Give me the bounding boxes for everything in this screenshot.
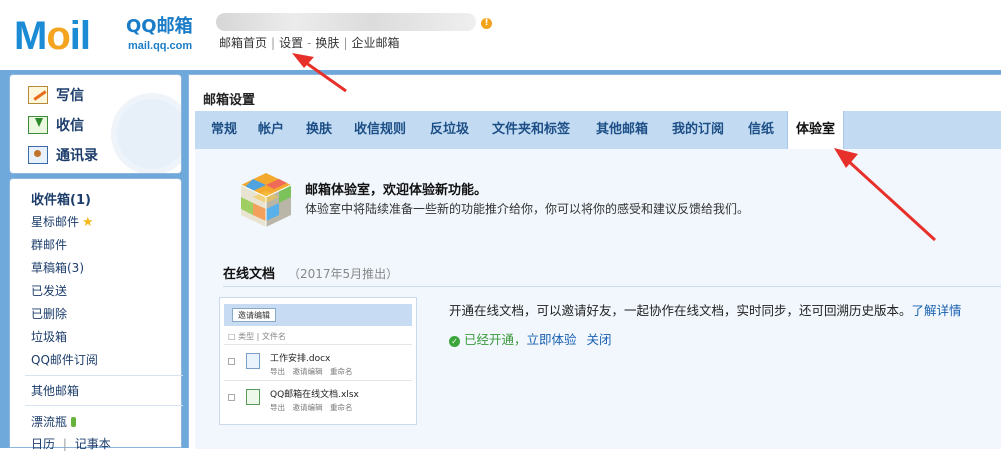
folder-drift-bottle[interactable]: 漂流瓶 bbox=[31, 413, 77, 430]
folder-divider bbox=[25, 405, 183, 406]
star-icon: ★ bbox=[82, 215, 94, 230]
folder-spam[interactable]: 垃圾箱 bbox=[31, 328, 67, 345]
calendar-notes-row: 日历 | 记事本 bbox=[31, 437, 111, 451]
excel-file-icon bbox=[246, 389, 260, 405]
preview-divider bbox=[224, 344, 412, 345]
link-calendar[interactable]: 日历 bbox=[31, 437, 55, 451]
qq-mail-logo[interactable]: Moil QQ邮箱 mail.qq.com bbox=[14, 14, 204, 58]
tab-other-mailbox[interactable]: 其他邮箱 bbox=[588, 111, 656, 149]
preview-file-name: 工作安排.docx bbox=[270, 354, 331, 364]
contacts-icon bbox=[28, 146, 48, 164]
folder-panel: 收件箱(1) 星标邮件 ★ 群邮件 草稿箱(3) 已发送 已删除 垃圾箱 QQ邮件… bbox=[9, 178, 183, 451]
receive-icon bbox=[28, 116, 48, 134]
tab-receive-rules[interactable]: 收信规则 bbox=[346, 111, 414, 149]
tab-account[interactable]: 帐户 bbox=[250, 111, 292, 149]
logo-moil: Moil bbox=[14, 14, 91, 58]
word-file-icon bbox=[246, 353, 260, 369]
try-now-link[interactable]: 立即体验 bbox=[527, 332, 577, 347]
section-date: （2017年5月推出） bbox=[288, 267, 399, 281]
settings-main: 邮箱设置 常规 帐户 换肤 收信规则 反垃圾 文件夹和标签 其他邮箱 我的订阅 … bbox=[188, 74, 1001, 449]
link-settings[interactable]: 设置 bbox=[279, 36, 303, 50]
preview-toolbar: 邀请编辑 bbox=[224, 304, 412, 326]
tab-lab[interactable]: 体验室 bbox=[787, 111, 845, 149]
tab-anti-spam[interactable]: 反垃圾 bbox=[422, 111, 477, 149]
preview-checkbox bbox=[228, 394, 235, 401]
contacts-button[interactable]: 通讯录 bbox=[28, 145, 98, 165]
write-button[interactable]: 写信 bbox=[28, 85, 84, 105]
link-change-skin[interactable]: 换肤 bbox=[315, 36, 339, 50]
learn-more-link[interactable]: 了解详情 bbox=[912, 303, 962, 318]
logo-qq-text: QQ邮箱 bbox=[126, 16, 193, 37]
folder-drafts[interactable]: 草稿箱(3) bbox=[31, 259, 84, 276]
page-title: 邮箱设置 bbox=[203, 93, 256, 108]
lab-intro-title: 邮箱体验室，欢迎体验新功能。 bbox=[305, 183, 488, 198]
folder-other-mailbox[interactable]: 其他邮箱 bbox=[31, 382, 79, 399]
write-icon bbox=[28, 86, 48, 104]
check-circle-icon: ✓ bbox=[449, 336, 460, 347]
close-link[interactable]: 关闭 bbox=[587, 332, 612, 347]
lab-content: 邮箱体验室，欢迎体验新功能。 体验室中将陆续准备一些新的功能推介给你，你可以将你… bbox=[195, 149, 1001, 449]
tab-general[interactable]: 常规 bbox=[203, 111, 245, 149]
rubiks-cube-icon bbox=[235, 169, 297, 231]
section-divider bbox=[223, 286, 1001, 287]
compose-panel: 写信 收信 通讯录 bbox=[9, 74, 182, 174]
link-notes[interactable]: 记事本 bbox=[75, 437, 111, 451]
folder-divider bbox=[25, 375, 183, 376]
logo-url: mail.qq.com bbox=[128, 40, 193, 52]
folder-starred[interactable]: 星标邮件 ★ bbox=[31, 213, 94, 230]
bottle-icon bbox=[71, 417, 77, 427]
tab-folders-labels[interactable]: 文件夹和标签 bbox=[484, 111, 578, 149]
link-enterprise-mail[interactable]: 企业邮箱 bbox=[351, 36, 399, 50]
folder-group[interactable]: 群邮件 bbox=[31, 236, 67, 253]
online-doc-status: ✓ 已经开通，立即体验 关闭 bbox=[449, 329, 612, 348]
preview-file-actions: 导出 邀请编辑 重命名 bbox=[270, 367, 353, 376]
lab-intro-desc: 体验室中将陆续准备一些新的功能推介给你，你可以将你的感受和建议反馈给我们。 bbox=[305, 202, 750, 216]
preview-checkbox bbox=[228, 358, 235, 365]
preview-file-actions: 导出 邀请编辑 重命名 bbox=[270, 403, 353, 412]
online-doc-preview-image: 邀请编辑 □ 类型 | 文件名 工作安排.docx 导出 邀请编辑 重命名 QQ… bbox=[219, 297, 417, 425]
tab-my-subscriptions[interactable]: 我的订阅 bbox=[664, 111, 732, 149]
settings-tabbar: 常规 帐户 换肤 收信规则 反垃圾 文件夹和标签 其他邮箱 我的订阅 信纸 体验… bbox=[195, 111, 1001, 149]
tab-stationery[interactable]: 信纸 bbox=[740, 111, 782, 149]
preview-invite-button: 邀请编辑 bbox=[232, 308, 276, 322]
online-doc-description: 开通在线文档，可以邀请好友，一起协作在线文档，实时同步，还可回溯历史版本。了解详… bbox=[449, 303, 962, 318]
qq-penguin-watermark-icon bbox=[111, 93, 181, 173]
receive-button[interactable]: 收信 bbox=[28, 115, 84, 135]
top-links: 邮箱首页 | 设置 - 换肤 | 企业邮箱 bbox=[219, 36, 400, 50]
link-mail-home[interactable]: 邮箱首页 bbox=[219, 36, 267, 50]
tab-skin[interactable]: 换肤 bbox=[298, 111, 340, 149]
section-title: 在线文档 bbox=[223, 267, 276, 282]
folder-inbox[interactable]: 收件箱(1) bbox=[31, 189, 91, 208]
header: Moil QQ邮箱 mail.qq.com ! 邮箱首页 | 设置 - 换肤 | 企业邮箱 bbox=[0, 0, 1001, 70]
preview-divider bbox=[224, 380, 412, 381]
preview-columns: □ 类型 | 文件名 bbox=[228, 332, 286, 341]
folder-deleted[interactable]: 已删除 bbox=[31, 305, 67, 322]
user-account-blurred bbox=[216, 13, 476, 31]
folder-sent[interactable]: 已发送 bbox=[31, 282, 67, 299]
preview-file-name: QQ邮箱在线文档.xlsx bbox=[270, 390, 359, 400]
notice-icon[interactable]: ! bbox=[481, 18, 492, 29]
folder-subscriptions[interactable]: QQ邮件订阅 bbox=[31, 351, 98, 368]
